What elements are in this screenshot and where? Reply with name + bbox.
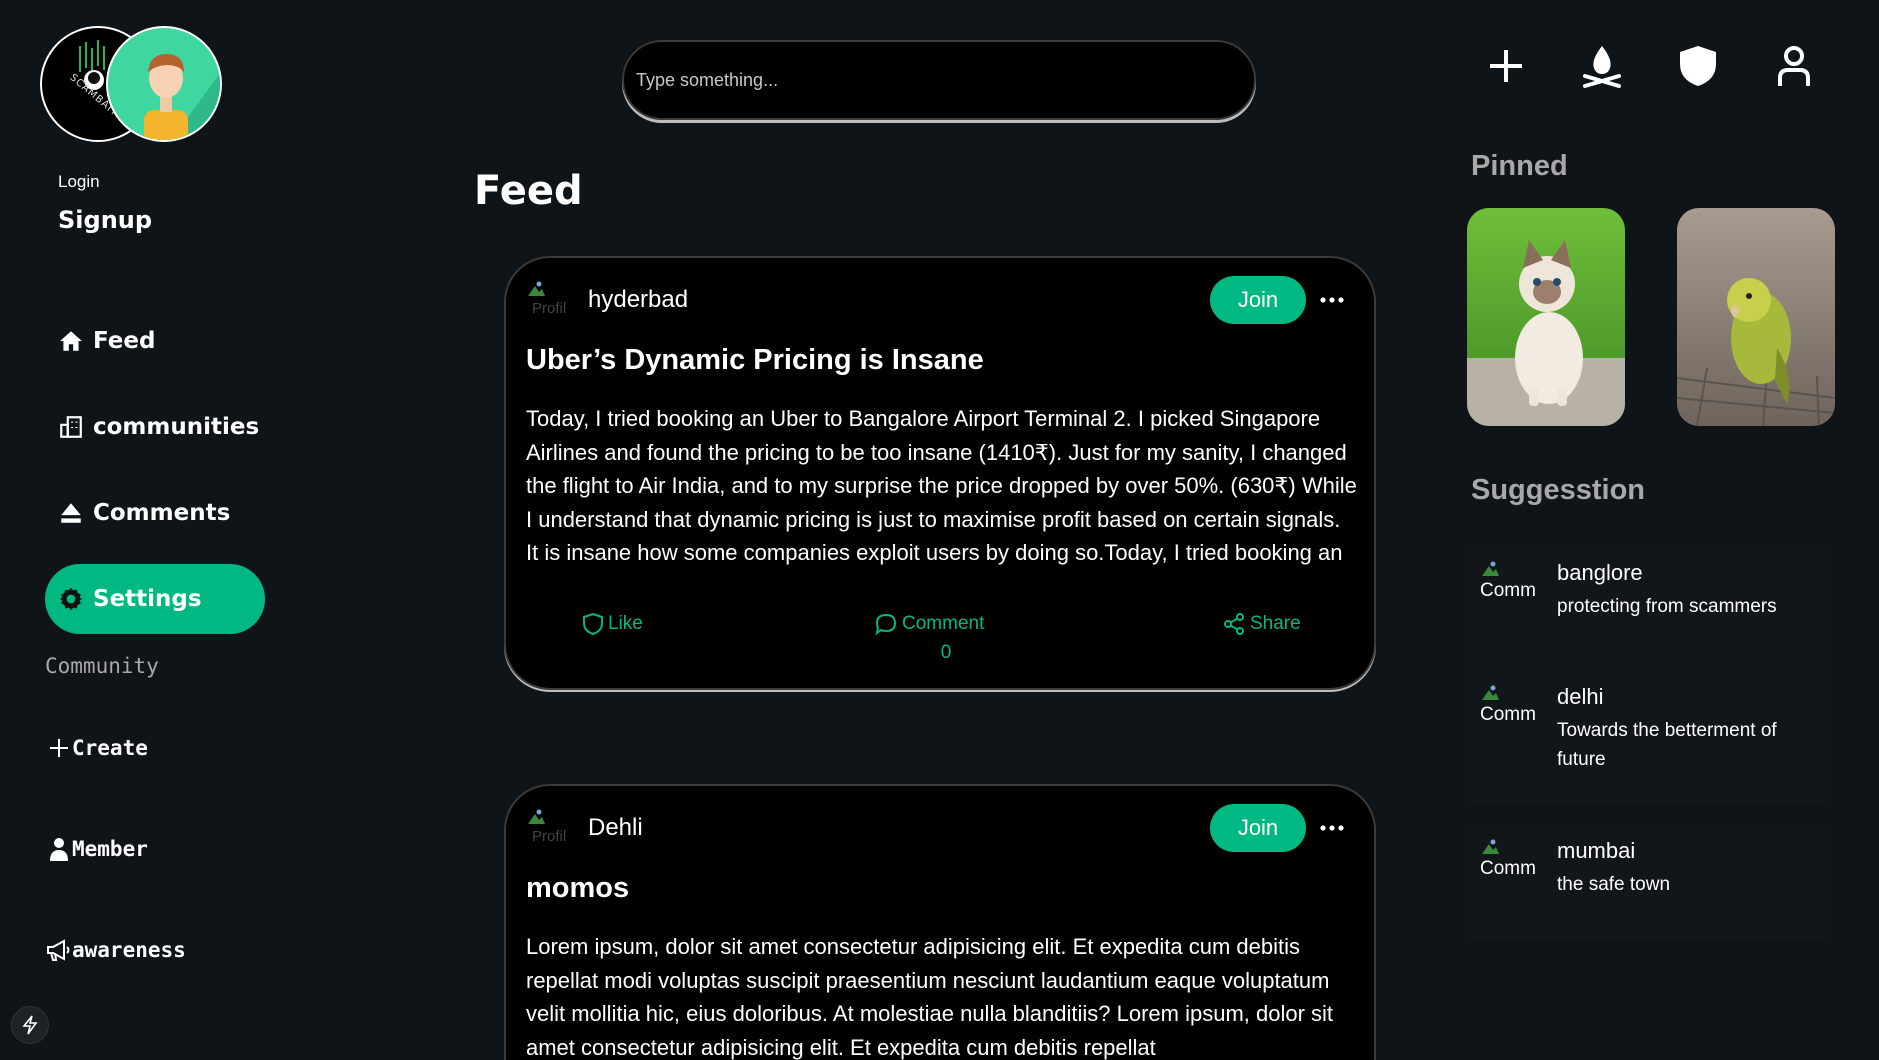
suggestion-name: banglore xyxy=(1557,560,1643,585)
suggestion-avatar: Comm xyxy=(1480,684,1540,725)
awareness-item[interactable]: awareness xyxy=(46,930,186,970)
building-icon xyxy=(57,413,85,441)
suggestion-item[interactable]: Comm delhi Towards the betterment of fut… xyxy=(1464,670,1830,804)
search-input[interactable] xyxy=(624,42,1254,118)
post-avatar[interactable]: Profil xyxy=(526,808,566,848)
more-dots-icon xyxy=(1320,825,1344,831)
nav-comments[interactable]: Comments xyxy=(45,478,265,548)
add-button[interactable] xyxy=(1480,40,1532,92)
post-avatar-alt: Profil xyxy=(532,300,567,317)
nav-settings[interactable]: Settings xyxy=(45,564,265,634)
home-icon xyxy=(57,327,85,355)
like-button[interactable]: Like xyxy=(582,612,643,636)
suggestion-avatar: Comm xyxy=(1480,838,1540,879)
broken-image-icon xyxy=(1482,839,1499,854)
broken-image-icon xyxy=(1482,561,1499,576)
comment-count: 0 xyxy=(940,642,952,663)
kitten-photo-icon xyxy=(1467,208,1625,426)
suggestion-desc: protecting from scammers xyxy=(1557,596,1777,617)
nav-communities[interactable]: communities xyxy=(45,392,265,462)
post-body: Today, I tried booking an Uber to Bangal… xyxy=(526,406,1357,566)
more-options-button[interactable] xyxy=(1310,806,1354,850)
post-avatar-alt: Profil xyxy=(532,828,567,845)
person-icon xyxy=(46,836,72,862)
bolt-badge[interactable] xyxy=(11,1006,49,1044)
plus-icon xyxy=(1490,50,1522,82)
shield-like-icon xyxy=(583,612,603,636)
comment-label: Comment xyxy=(902,613,985,634)
post-community-name[interactable]: Dehli xyxy=(588,814,643,842)
eject-icon xyxy=(57,499,85,527)
campfire-icon xyxy=(1583,46,1621,88)
nav-comments-label: Comments xyxy=(93,500,231,526)
feed-title: Feed xyxy=(474,168,583,214)
suggestion-avatar: Comm xyxy=(1480,560,1540,601)
post-card: Profil Dehli Join momos Lorem ipsum, dol… xyxy=(504,784,1376,1060)
pinned-kitten-image[interactable] xyxy=(1467,208,1625,426)
plus-icon xyxy=(46,735,72,761)
sidebar: SCAMBAIT Login Signup Feed communities C… xyxy=(0,0,300,1060)
post-header: Profil Dehli Join xyxy=(526,804,1354,852)
post-avatar[interactable]: Profil xyxy=(526,280,566,320)
user-avatar[interactable] xyxy=(106,26,222,142)
suggestion-name: delhi xyxy=(1557,684,1604,709)
comment-button[interactable]: Comment xyxy=(874,612,984,636)
megaphone-icon xyxy=(46,937,72,963)
post-body: Lorem ipsum, dolor sit amet consectetur … xyxy=(526,934,1334,1060)
suggestion-name: mumbai xyxy=(1557,838,1636,863)
broken-image-icon xyxy=(528,281,545,296)
like-label: Like xyxy=(608,613,643,634)
member-item[interactable]: Member xyxy=(46,829,148,869)
suggestion-item[interactable]: Comm banglore protecting from scammers xyxy=(1464,546,1830,662)
comment-bubble-icon xyxy=(875,613,897,636)
post-header: Profil hyderbad Join xyxy=(526,276,1354,324)
awareness-label: awareness xyxy=(72,938,186,962)
shield-icon xyxy=(1680,46,1716,86)
share-label: Share xyxy=(1250,613,1301,634)
nav-feed[interactable]: Feed xyxy=(45,306,265,376)
broken-image-icon xyxy=(1482,685,1499,700)
security-button[interactable] xyxy=(1672,40,1724,92)
gear-icon xyxy=(57,585,85,613)
join-button[interactable]: Join xyxy=(1210,804,1306,852)
user-icon xyxy=(1778,46,1810,86)
post-title[interactable]: Uber’s Dynamic Pricing is Insane xyxy=(526,344,984,377)
parrot-photo-icon xyxy=(1677,208,1835,426)
join-button[interactable]: Join xyxy=(1210,276,1306,324)
suggestion-heading: Suggesstion xyxy=(1471,474,1646,506)
user-avatar-icon xyxy=(144,54,220,140)
suggestion-desc: Towards the betterment of future xyxy=(1557,720,1777,770)
broken-image-icon xyxy=(528,809,545,824)
pinned-parrot-image[interactable] xyxy=(1677,208,1835,426)
avatar-stack: SCAMBAIT xyxy=(40,26,230,146)
post-community-name[interactable]: hyderbad xyxy=(588,286,688,314)
post-card: Profil hyderbad Join Uber’s Dynamic Pric… xyxy=(504,256,1376,690)
create-label: Create xyxy=(72,736,148,760)
share-icon xyxy=(1224,613,1244,635)
community-section-label: Community xyxy=(45,654,159,678)
login-link[interactable]: Login xyxy=(58,172,100,192)
search-box xyxy=(622,40,1256,120)
member-label: Member xyxy=(72,837,148,861)
more-options-button[interactable] xyxy=(1310,278,1354,322)
post-title[interactable]: momos xyxy=(526,872,629,905)
more-dots-icon xyxy=(1320,297,1344,303)
nav-settings-label: Settings xyxy=(93,586,202,612)
trending-button[interactable] xyxy=(1576,40,1628,92)
suggestion-avatar-alt: Comm xyxy=(1480,580,1536,601)
suggestion-item[interactable]: Comm mumbai the safe town xyxy=(1464,824,1830,940)
signup-link[interactable]: Signup xyxy=(58,206,152,234)
share-button[interactable]: Share xyxy=(1222,612,1301,636)
suggestion-desc: the safe town xyxy=(1557,874,1671,895)
suggestion-avatar-alt: Comm xyxy=(1480,704,1536,725)
suggestion-avatar-alt: Comm xyxy=(1480,858,1536,879)
nav-communities-label: communities xyxy=(93,414,260,440)
nav-feed-label: Feed xyxy=(93,328,156,354)
pinned-heading: Pinned xyxy=(1471,150,1568,182)
create-community-item[interactable]: Create xyxy=(46,728,148,768)
bolt-icon xyxy=(22,1015,38,1035)
profile-button[interactable] xyxy=(1768,40,1820,92)
